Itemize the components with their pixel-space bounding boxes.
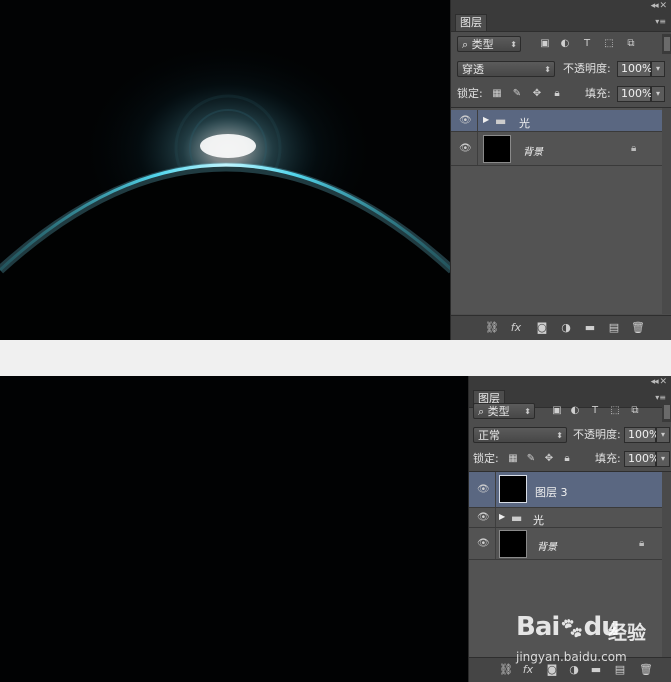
folder-icon: ▬	[511, 511, 523, 525]
filter-toggle[interactable]	[662, 34, 671, 54]
layer-row-background[interactable]: 👁︎ 背景 🔒︎	[451, 132, 671, 166]
lock-transparent-icon[interactable]: ▦	[491, 88, 503, 100]
opacity-arrow-icon[interactable]: ▾	[651, 61, 665, 77]
layer-row-layer3[interactable]: 👁︎ 图层 3	[469, 472, 671, 508]
lock-icon: 🔒︎	[631, 143, 637, 154]
opacity-arrow-icon[interactable]: ▾	[656, 427, 670, 443]
panel-titlebar[interactable]: ◂◂ ✕	[451, 0, 671, 14]
adjustment-filter-icon[interactable]: ◐	[559, 38, 571, 50]
lock-all-icon[interactable]: 🔒︎	[561, 453, 573, 465]
layers-scrollbar[interactable]	[662, 108, 671, 314]
tab-layers[interactable]: 图层	[455, 14, 487, 31]
layer-row-group[interactable]: 👁︎ ▶ ▬ 光	[469, 508, 671, 528]
layer-thumbnail	[483, 135, 511, 163]
baidu-jingyan-watermark: Bai🐾︎du 经验 jingyan.baidu.com	[516, 612, 666, 672]
collapse-icon[interactable]: ◂◂ ✕	[651, 1, 667, 11]
collapse-icon[interactable]: ◂◂ ✕	[651, 377, 667, 387]
layer-name[interactable]: 背景	[537, 538, 557, 553]
blend-mode-value: 正常	[478, 429, 500, 442]
trash-icon[interactable]: 🗑︎	[631, 321, 645, 335]
expand-arrow-icon[interactable]: ▶	[483, 115, 489, 124]
search-icon: ⌕	[462, 38, 469, 51]
type-filter-icon[interactable]: T	[581, 38, 593, 50]
layer-row-background[interactable]: 👁︎ 背景 🔒︎	[469, 528, 671, 560]
filter-kind-label: 类型	[471, 38, 494, 51]
lock-label: 锁定:	[473, 452, 499, 465]
layer-thumbnail	[499, 530, 527, 558]
smart-object-filter-icon[interactable]: ⧉	[625, 38, 637, 50]
panel-menu-icon[interactable]: ▾≡	[655, 17, 666, 26]
new-layer-icon[interactable]: ▤	[607, 321, 621, 335]
eye-icon[interactable]: 👁︎	[477, 485, 490, 495]
lock-brush-icon[interactable]: ✎	[525, 453, 537, 465]
shape-filter-icon[interactable]: ⬚	[609, 405, 621, 417]
fill-label: 填充:	[595, 452, 621, 465]
lock-all-icon[interactable]: 🔒︎	[551, 88, 563, 100]
layers-panel-top: ◂◂ ✕ 图层 ▾≡ ⌕ 类型 ⬍ ▣ ◐ T ⬚ ⧉ 穿透 ⬍ 不透明度: 100…	[450, 0, 671, 340]
opacity-field[interactable]: 100%	[617, 61, 652, 77]
filter-kind-dropdown[interactable]: ⌕ 类型 ⬍	[457, 36, 521, 52]
lock-brush-icon[interactable]: ✎	[511, 88, 523, 100]
folder-icon: ▬	[495, 114, 507, 128]
layers-list: 👁︎ ▶ ▬ 光 👁︎ 背景 🔒︎	[451, 107, 671, 314]
image-filter-icon[interactable]: ▣	[551, 405, 563, 417]
eye-icon[interactable]: 👁︎	[477, 513, 490, 523]
layer-name[interactable]: 光	[519, 115, 530, 131]
opacity-field[interactable]: 100%	[624, 427, 659, 443]
opacity-label: 不透明度:	[573, 428, 621, 441]
new-group-icon[interactable]: ▬	[583, 321, 597, 335]
shape-filter-icon[interactable]: ⬚	[603, 38, 615, 50]
eye-icon[interactable]: 👁︎	[459, 116, 472, 126]
fill-arrow-icon[interactable]: ▾	[656, 451, 670, 467]
filter-kind-label: 类型	[487, 405, 510, 418]
layer-name[interactable]: 背景	[523, 143, 543, 158]
fill-field[interactable]: 100%	[617, 86, 652, 102]
filter-toggle[interactable]	[662, 402, 671, 422]
planet-glow-illustration	[0, 40, 450, 340]
lock-transparent-icon[interactable]: ▦	[507, 453, 519, 465]
document-canvas-top[interactable]	[0, 0, 450, 340]
paw-icon: 🐾︎	[559, 616, 584, 640]
lock-move-icon[interactable]: ✥	[543, 453, 555, 465]
blend-mode-value: 穿透	[462, 63, 484, 76]
lock-move-icon[interactable]: ✥	[531, 88, 543, 100]
smart-object-filter-icon[interactable]: ⧉	[629, 405, 641, 417]
search-icon: ⌕	[478, 405, 485, 418]
watermark-brand: Bai🐾︎du	[516, 612, 620, 642]
link-icon[interactable]: ⛓︎	[499, 663, 513, 677]
separator	[0, 340, 671, 376]
document-canvas-bottom[interactable]	[0, 376, 468, 682]
type-filter-icon[interactable]: T	[589, 405, 601, 417]
lock-label: 锁定:	[457, 87, 483, 100]
layer-name[interactable]: 光	[533, 512, 544, 528]
expand-arrow-icon[interactable]: ▶	[499, 512, 505, 521]
layer-row-group[interactable]: 👁︎ ▶ ▬ 光	[451, 110, 671, 132]
mask-icon[interactable]: ◙	[535, 321, 549, 335]
image-filter-icon[interactable]: ▣	[539, 38, 551, 50]
fill-label: 填充:	[585, 87, 611, 100]
fill-field[interactable]: 100%	[624, 451, 659, 467]
panel-menu-icon[interactable]: ▾≡	[655, 393, 666, 402]
panel-titlebar[interactable]: ◂◂ ✕	[469, 376, 671, 390]
panel-footer: ⛓︎ fx ◙ ◑ ▬ ▤ 🗑︎	[451, 315, 671, 340]
watermark-brand-cn: 经验	[608, 622, 647, 644]
blend-mode-dropdown[interactable]: 穿透 ⬍	[457, 61, 555, 77]
layer-name[interactable]: 图层 3	[535, 484, 568, 500]
fill-arrow-icon[interactable]: ▾	[651, 86, 665, 102]
filter-kind-dropdown[interactable]: ⌕ 类型 ⬍	[473, 403, 535, 419]
fx-icon[interactable]: fx	[509, 321, 523, 335]
watermark-url: jingyan.baidu.com	[516, 650, 627, 664]
lock-icon: 🔒︎	[639, 538, 645, 549]
adjustment-icon[interactable]: ◑	[559, 321, 573, 335]
opacity-label: 不透明度:	[563, 62, 611, 75]
layer-thumbnail	[499, 475, 527, 503]
eye-icon[interactable]: 👁︎	[477, 539, 490, 549]
blend-mode-dropdown[interactable]: 正常 ⬍	[473, 427, 567, 443]
adjustment-filter-icon[interactable]: ◐	[569, 405, 581, 417]
link-icon[interactable]: ⛓︎	[485, 321, 499, 335]
eye-icon[interactable]: 👁︎	[459, 144, 472, 154]
